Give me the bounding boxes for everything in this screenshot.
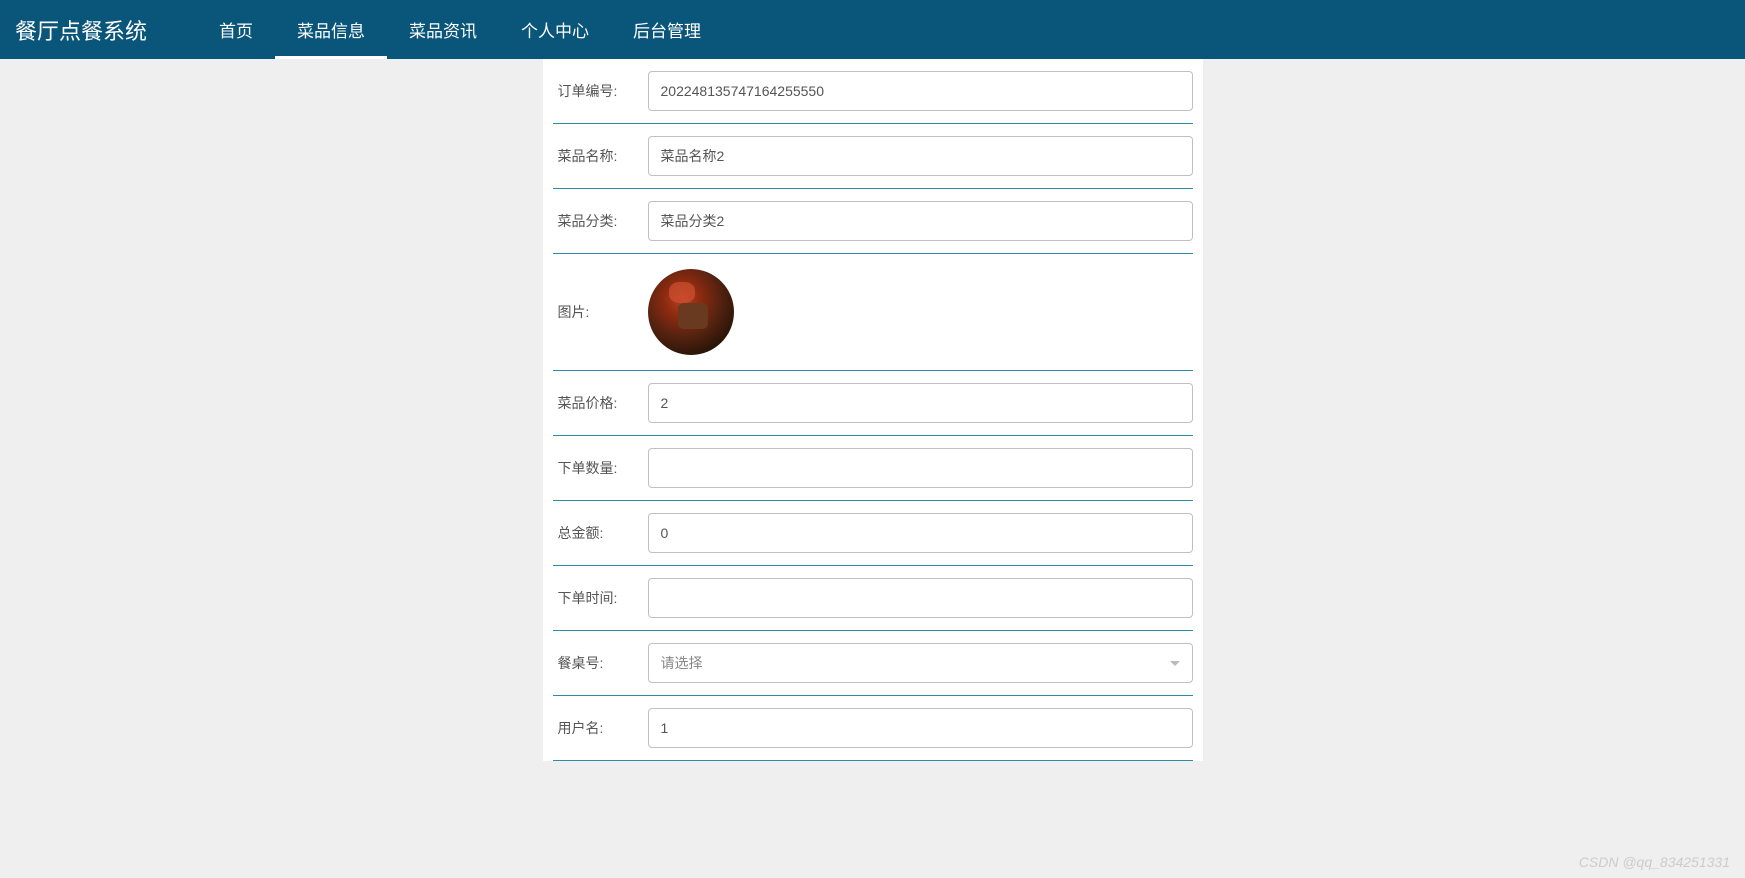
input-order-no[interactable] [648, 71, 1193, 111]
site-title: 餐厅点餐系统 [15, 14, 147, 46]
label-dish-name: 菜品名称: [553, 146, 648, 166]
input-dish-name[interactable] [648, 136, 1193, 176]
select-table-no[interactable]: 请选择 [648, 643, 1193, 683]
row-dish-price: 菜品价格: [553, 371, 1193, 436]
watermark: CSDN @qq_834251331 [1579, 854, 1730, 870]
label-image: 图片: [553, 302, 648, 322]
row-table-no: 餐桌号: 请选择 [553, 631, 1193, 696]
row-order-no: 订单编号: [553, 59, 1193, 124]
label-dish-category: 菜品分类: [553, 211, 648, 231]
nav-dish-news[interactable]: 菜品资讯 [387, 0, 499, 59]
row-image: 图片: [553, 254, 1193, 371]
label-total-amount: 总金额: [553, 523, 648, 543]
nav-admin[interactable]: 后台管理 [611, 0, 723, 59]
food-image[interactable] [648, 269, 734, 355]
label-order-no: 订单编号: [553, 81, 648, 101]
nav: 首页 菜品信息 菜品资讯 个人中心 后台管理 [197, 0, 723, 59]
label-order-time: 下单时间: [553, 588, 648, 608]
nav-dish-info[interactable]: 菜品信息 [275, 0, 387, 59]
form-panel: 订单编号: 菜品名称: 菜品分类: 图片: 菜品价格: 下单数量: 总金额: [543, 59, 1203, 761]
row-order-time: 下单时间: [553, 566, 1193, 631]
label-username: 用户名: [553, 718, 648, 738]
input-total-amount[interactable] [648, 513, 1193, 553]
input-order-time[interactable] [648, 578, 1193, 618]
label-dish-price: 菜品价格: [553, 393, 648, 413]
row-username: 用户名: [553, 696, 1193, 761]
row-dish-name: 菜品名称: [553, 124, 1193, 189]
input-username[interactable] [648, 708, 1193, 748]
row-total-amount: 总金额: [553, 501, 1193, 566]
header: 餐厅点餐系统 首页 菜品信息 菜品资讯 个人中心 后台管理 [0, 0, 1745, 59]
nav-user-center[interactable]: 个人中心 [499, 0, 611, 59]
input-order-qty[interactable] [648, 448, 1193, 488]
input-dish-price[interactable] [648, 383, 1193, 423]
main-container: 订单编号: 菜品名称: 菜品分类: 图片: 菜品价格: 下单数量: 总金额: [0, 59, 1745, 761]
select-placeholder: 请选择 [661, 653, 703, 673]
nav-home[interactable]: 首页 [197, 0, 275, 59]
input-dish-category[interactable] [648, 201, 1193, 241]
row-order-qty: 下单数量: [553, 436, 1193, 501]
label-order-qty: 下单数量: [553, 458, 648, 478]
row-dish-category: 菜品分类: [553, 189, 1193, 254]
label-table-no: 餐桌号: [553, 653, 648, 673]
chevron-down-icon [1170, 661, 1180, 666]
